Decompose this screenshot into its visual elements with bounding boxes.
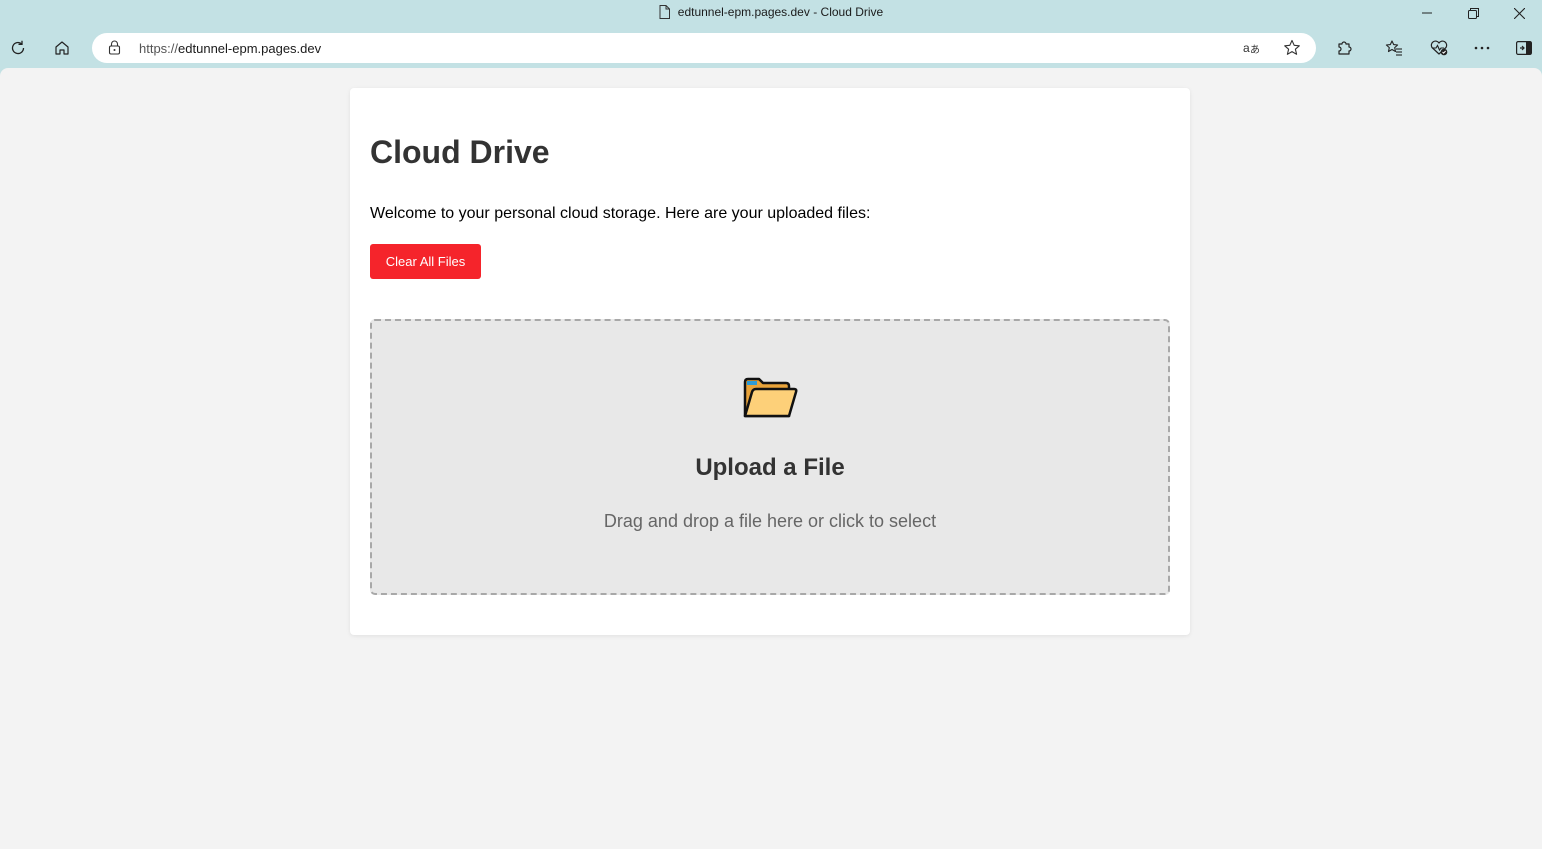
home-icon <box>55 41 69 55</box>
minimize-button[interactable] <box>1404 0 1450 26</box>
puzzle-icon <box>1338 41 1352 55</box>
translate-button[interactable]: a あ <box>1242 38 1262 58</box>
restore-icon <box>1467 7 1479 19</box>
favorites-icon <box>1385 40 1402 56</box>
content-card: Cloud Drive Welcome to your personal clo… <box>350 88 1190 635</box>
heart-pulse-icon <box>1430 40 1448 56</box>
favorites-button[interactable] <box>1379 33 1409 63</box>
svg-text:a: a <box>1243 41 1250 55</box>
window-title-bar: edtunnel-epm.pages.dev - Cloud Drive <box>0 0 1542 26</box>
upload-title: Upload a File <box>695 454 845 481</box>
minimize-icon <box>1422 12 1432 14</box>
url-host: edtunnel-epm.pages.dev <box>178 41 322 56</box>
refresh-button[interactable] <box>3 33 33 63</box>
address-bar[interactable]: https://edtunnel-epm.pages.dev a あ <box>92 33 1316 63</box>
url-protocol: https:// <box>139 41 179 56</box>
more-icon <box>1474 46 1490 50</box>
star-icon <box>1284 39 1300 55</box>
close-window-button[interactable] <box>1496 0 1542 26</box>
sidebar-toggle-button[interactable] <box>1509 33 1539 63</box>
favorite-star-button[interactable] <box>1282 38 1302 58</box>
home-button[interactable] <box>47 33 77 63</box>
extensions-button[interactable] <box>1330 33 1360 63</box>
window-title: edtunnel-epm.pages.dev - Cloud Drive <box>0 5 1542 19</box>
close-icon <box>1513 7 1525 19</box>
upload-dropzone[interactable]: Upload a File Drag and drop a file here … <box>370 319 1170 595</box>
sidebar-icon <box>1516 41 1532 55</box>
clear-all-files-button[interactable]: Clear All Files <box>370 244 481 279</box>
svg-text:あ: あ <box>1250 44 1260 55</box>
refresh-icon <box>11 40 25 55</box>
page-title: Cloud Drive <box>370 134 550 170</box>
restore-button[interactable] <box>1450 0 1496 26</box>
page-viewport: Cloud Drive Welcome to your personal clo… <box>0 68 1542 849</box>
lock-icon[interactable] <box>108 40 121 55</box>
url-text[interactable]: https://edtunnel-epm.pages.dev <box>139 41 321 56</box>
more-menu-button[interactable] <box>1467 33 1497 63</box>
upload-subtitle: Drag and drop a file here or click to se… <box>603 511 937 531</box>
browser-toolbar: https://edtunnel-epm.pages.dev a あ <box>0 30 1542 66</box>
window-title-text: edtunnel-epm.pages.dev - Cloud Drive <box>677 5 884 19</box>
browser-essentials-button[interactable] <box>1424 33 1454 63</box>
page-icon <box>659 5 670 19</box>
folder-icon <box>743 377 798 418</box>
welcome-text: Welcome to your personal cloud storage. … <box>370 205 871 222</box>
translate-icon: a あ <box>1243 41 1260 55</box>
